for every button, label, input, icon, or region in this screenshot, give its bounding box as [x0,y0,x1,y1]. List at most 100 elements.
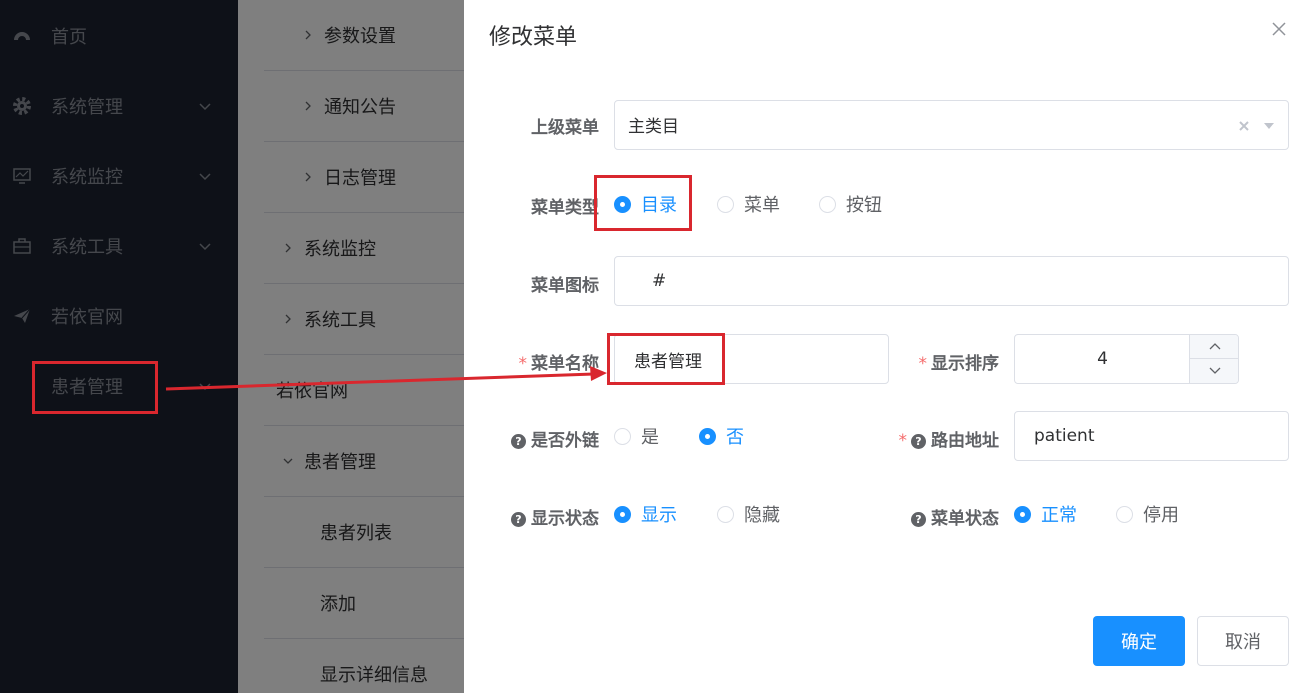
tree-row-label: 系统监控 [304,239,376,260]
chevron-up-icon [1209,343,1221,350]
visible-label: ? 显示状态 [511,504,599,529]
chevron-right-icon[interactable] [302,171,314,183]
tree-row[interactable]: 显示详细信息 [264,639,464,693]
radio-label: 停用 [1143,505,1179,526]
menu-icon-label: 菜单图标 [531,271,599,296]
tree-row[interactable]: 患者列表 [264,497,464,568]
tree-row[interactable]: 通知公告 [264,71,464,142]
cancel-button[interactable]: 取消 [1197,616,1289,666]
sidebar-item-label: 首页 [51,27,87,48]
sidebar-item-label: 系统管理 [51,97,123,118]
monitor-icon [12,166,32,186]
visible-radio-hide[interactable]: 隐藏 [717,502,780,526]
chevron-right-icon[interactable] [302,29,314,41]
visible-radio-show[interactable]: 显示 [614,502,677,526]
menu-name-label: * 菜单名称 [519,349,600,374]
menu-type-radio-menu[interactable]: 菜单 [717,192,780,216]
chevron-down-icon[interactable] [282,455,294,467]
tree-row[interactable]: 若依官网 [264,355,464,426]
radio-label: 否 [726,427,744,448]
radio-dot [614,195,631,213]
increase-button[interactable] [1189,335,1238,359]
sidebar-item-home[interactable]: 首页 [0,1,238,71]
order-label-text: 显示排序 [931,354,999,374]
menu-name-input[interactable]: 患者管理 [614,334,889,384]
question-icon[interactable]: ? [911,434,926,449]
gear-icon [12,96,32,116]
status-label-text: 菜单状态 [931,509,999,529]
menu-icon-value: # [652,271,667,291]
confirm-button[interactable]: 确定 [1093,616,1185,666]
menu-icon-input[interactable]: # [614,256,1289,306]
route-label: *? 路由地址 [899,426,1000,451]
sidebar-item-label: 系统工具 [51,237,123,258]
tree-row[interactable]: 参数设置 [264,0,464,71]
order-stepper[interactable]: 4 [1014,334,1239,384]
parent-menu-label-text: 上级菜单 [531,118,599,138]
sidebar: 首页 系统管理 系统监控 系统工具 若依官网 患者管理 [0,0,238,693]
required-mark: * [518,354,528,374]
menu-type-radio-button[interactable]: 按钮 [819,192,882,216]
chevron-right-icon[interactable] [282,242,294,254]
chevron-right-icon[interactable] [282,313,294,325]
route-value: patient [1034,426,1095,446]
visible-label-text: 显示状态 [531,509,599,529]
sidebar-item-website[interactable]: 若依官网 [0,281,238,351]
decrease-button[interactable] [1189,359,1238,383]
status-radio-disabled[interactable]: 停用 [1116,502,1179,526]
radio-dot [1014,505,1031,523]
dialog-title: 修改菜单 [489,25,578,50]
chevron-down-icon [199,103,211,111]
required-mark: * [918,354,928,374]
menu-name-label-text: 菜单名称 [531,354,599,374]
tree-row-label: 患者列表 [320,523,392,544]
toolbox-icon [12,236,32,256]
is-frame-radio-yes[interactable]: 是 [614,424,659,448]
chevron-down-icon [199,383,211,391]
chevron-right-icon[interactable] [302,100,314,112]
tree-row[interactable]: 添加 [264,568,464,639]
menu-tree: 参数设置 通知公告 日志管理 系统监控 系统工具 若依官网 患者管理 患者列表 … [238,0,464,693]
question-icon[interactable]: ? [511,512,526,527]
chevron-down-icon [1209,367,1221,374]
radio-dot [614,505,631,523]
radio-dot [717,505,734,523]
menu-icon-label-text: 菜单图标 [531,276,599,296]
sidebar-item-system[interactable]: 系统管理 [0,71,238,141]
tree-row-label: 系统工具 [304,310,376,331]
question-icon[interactable]: ? [511,434,526,449]
tree-row[interactable]: 系统监控 [264,213,464,284]
order-label: * 显示排序 [919,349,1000,374]
required-mark: * [898,431,908,451]
clear-icon[interactable] [1238,120,1250,132]
sidebar-item-monitor[interactable]: 系统监控 [0,141,238,211]
tree-row-label: 患者管理 [304,452,376,473]
parent-menu-value: 主类目 [628,117,679,137]
question-icon[interactable]: ? [911,512,926,527]
order-value: 4 [1097,349,1108,369]
radio-label: 是 [641,427,659,448]
parent-menu-select[interactable]: 主类目 [614,100,1289,150]
paper-plane-icon [12,306,32,326]
status-radio-normal[interactable]: 正常 [1014,502,1077,526]
tree-row-label: 若依官网 [276,381,348,402]
radio-label: 目录 [641,195,677,216]
route-input[interactable]: patient [1014,411,1289,461]
menu-type-radio-directory[interactable]: 目录 [614,192,677,216]
dashboard-icon [12,26,32,46]
tree-row[interactable]: 日志管理 [264,142,464,213]
sidebar-item-patient[interactable]: 患者管理 [0,351,238,421]
radio-label: 按钮 [846,195,882,216]
radio-label: 显示 [641,505,677,526]
menu-type-label: 菜单类型 [531,193,599,218]
tree-row-label: 通知公告 [324,97,396,118]
is-frame-label: ? 是否外链 [511,426,599,451]
tree-row-label: 日志管理 [324,168,396,189]
tree-row[interactable]: 患者管理 [264,426,464,497]
tree-row[interactable]: 系统工具 [264,284,464,355]
is-frame-radio-no[interactable]: 否 [699,424,744,448]
close-icon[interactable] [1270,20,1288,38]
edit-menu-dialog: 修改菜单 上级菜单 主类目 菜单类型 目录 菜单 按钮 菜单图标 # * 菜单名称… [464,0,1305,693]
caret-down-icon[interactable] [1263,121,1275,131]
sidebar-item-tools[interactable]: 系统工具 [0,211,238,281]
